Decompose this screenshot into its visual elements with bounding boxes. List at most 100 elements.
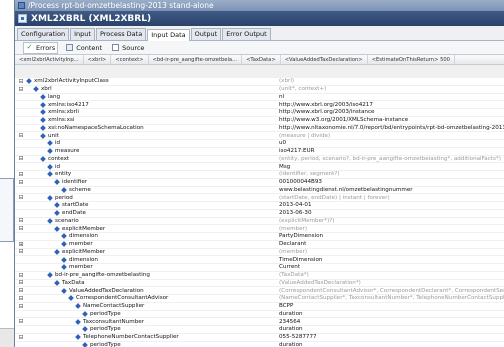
window-titlebar[interactable]: /Process rpt-bd-omzetbelasting-2013 stan… bbox=[15, 0, 504, 11]
tree-row[interactable]: member Current bbox=[15, 264, 504, 272]
collapse-icon[interactable]: ⊟ bbox=[18, 179, 24, 186]
tree-row[interactable]: periodType duration bbox=[15, 342, 504, 347]
tab-error-output[interactable]: Error Output bbox=[222, 28, 271, 40]
tree-row[interactable]: ⊟ TelephoneNumberContactSupplier 055-52877… bbox=[15, 334, 504, 342]
tree-node: measure bbox=[47, 148, 79, 154]
column-crumb[interactable]: <TaxData> bbox=[242, 55, 281, 64]
collapse-icon[interactable]: ⊟ bbox=[18, 155, 24, 162]
xml-tree-grid[interactable]: ⊟ xml2xbrlActivityInputClass (xbrl) ⊟ xbrl (u… bbox=[15, 78, 504, 347]
node-icon bbox=[40, 125, 46, 131]
background-panel bbox=[0, 178, 14, 242]
tree-row[interactable]: xsi:noNamespaceSchemaLocation http://www.… bbox=[15, 125, 504, 133]
tree-row[interactable]: ⊟ NameContactSupplier BCPP bbox=[15, 303, 504, 311]
tree-row[interactable]: lang nl bbox=[15, 94, 504, 102]
tree-row[interactable]: ⊟ ValueAddedTaxDeclaration (CorrespondentC… bbox=[15, 287, 504, 295]
column-crumb[interactable]: <xml2xbrlActivityInp... bbox=[15, 55, 84, 64]
tree-row[interactable]: ⊟ xml2xbrlActivityInputClass (xbrl) bbox=[15, 78, 504, 86]
node-value: BCPP bbox=[279, 303, 294, 310]
tree-row[interactable]: ⊟ CorrespondentConsultantAdvisor (NameCont… bbox=[15, 295, 504, 303]
tree-row[interactable]: ⊟ context (entity, period, scenario?, bd-i… bbox=[15, 155, 504, 164]
tree-node: scheme bbox=[61, 187, 91, 193]
tree-row[interactable]: id Msg bbox=[15, 163, 504, 171]
node-label: scenario bbox=[55, 217, 79, 224]
collapse-icon[interactable]: ⊟ bbox=[18, 132, 24, 139]
tree-node: endDate bbox=[54, 210, 86, 216]
collapse-icon[interactable]: ⊟ bbox=[18, 248, 24, 255]
collapse-icon[interactable]: ⊟ bbox=[18, 279, 24, 286]
collapse-icon[interactable]: ⊟ bbox=[18, 194, 24, 201]
node-value: Current bbox=[279, 264, 301, 271]
tree-row[interactable]: ⊟ TaxData (ValueAddedTaxDeclaration*) bbox=[15, 279, 504, 288]
tree-row[interactable]: ⊟ explicitMember (member) bbox=[15, 225, 504, 233]
tree-row[interactable]: xmlns:xsi http://www.w3.org/2001/XMLSchem… bbox=[15, 117, 504, 125]
node-label: entity bbox=[55, 171, 72, 178]
collapse-icon[interactable]: ⊟ bbox=[18, 334, 24, 341]
node-value: http://www.nltaxonomie.nl/7.0/report/bd/… bbox=[279, 124, 504, 131]
collapse-icon[interactable]: ⊟ bbox=[18, 171, 24, 178]
node-icon bbox=[61, 287, 67, 294]
tree-row[interactable]: ⊟ entity (identifier, segment?) bbox=[15, 171, 504, 179]
tree-row[interactable]: ⊟ unit (measure | divide) bbox=[15, 132, 504, 140]
node-label: xml2xbrlActivityInputClass bbox=[34, 78, 109, 85]
tree-row[interactable]: ⊟ scenario (explicitMember*)?) bbox=[15, 217, 504, 226]
tree-row[interactable]: startDate 2013-04-01 bbox=[15, 202, 504, 210]
subtab-errors[interactable]: ✓ Errors bbox=[23, 41, 59, 54]
tab-process-data[interactable]: Process Data bbox=[95, 28, 147, 40]
node-icon bbox=[61, 264, 67, 271]
activity-header: XML2XBRL (XML2XBRL) bbox=[15, 11, 504, 26]
column-crumb[interactable]: <ValueAddedTaxDeclaration> bbox=[281, 55, 368, 64]
column-crumb[interactable]: <xbrl> bbox=[84, 55, 112, 64]
node-value: 2013-06-30 bbox=[279, 210, 312, 217]
node-label: xmlns:xbrli bbox=[48, 109, 79, 116]
tree-row[interactable]: xmlns:xbrli http://www.xbrl.org/2003/inst… bbox=[15, 109, 504, 117]
tree-row[interactable]: measure iso4217:EUR bbox=[15, 148, 504, 156]
collapse-icon[interactable]: ⊟ bbox=[18, 78, 24, 85]
tree-row[interactable]: scheme www.belastingdienst.nl/omzetbelast… bbox=[15, 187, 504, 195]
tree-row[interactable]: endDate 2013-06-30 bbox=[15, 210, 504, 218]
node-value: 055-5287777 bbox=[279, 334, 317, 341]
check-icon: ✓ bbox=[26, 43, 33, 51]
tab-input[interactable]: Input bbox=[70, 28, 95, 40]
subtab-source[interactable]: Source bbox=[110, 43, 146, 53]
tree-row[interactable]: xmlns:iso4217 http://www.xbrl.org/2003/is… bbox=[15, 101, 504, 109]
tree-row[interactable]: periodType duration bbox=[15, 326, 504, 334]
node-value: (ValueAddedTaxDeclaration*) bbox=[279, 279, 361, 286]
collapse-icon[interactable]: ⊟ bbox=[18, 225, 24, 232]
tab-output[interactable]: Output bbox=[190, 28, 222, 40]
collapse-icon[interactable]: ⊟ bbox=[18, 217, 24, 224]
tree-row[interactable]: ⊟ xbrl (unit*, context+) bbox=[15, 86, 504, 94]
tree-row[interactable]: periodType duration bbox=[15, 311, 504, 319]
tree-row[interactable]: ⊞ member Declarant bbox=[15, 241, 504, 249]
node-icon bbox=[26, 78, 32, 85]
collapse-icon[interactable]: ⊟ bbox=[18, 295, 24, 302]
collapse-icon[interactable]: ⊟ bbox=[18, 287, 24, 294]
tab-configuration[interactable]: Configuration bbox=[17, 28, 70, 40]
node-label: TaxconsultantNumber bbox=[83, 318, 145, 325]
column-crumb[interactable]: <EstimateOnThisReturn> 500 bbox=[368, 55, 455, 64]
column-crumb[interactable]: <bd-ir-pre_aangifte-omzetbela... bbox=[149, 55, 243, 64]
node-label: period bbox=[55, 194, 73, 201]
tab-input-data[interactable]: Input Data bbox=[147, 29, 190, 41]
activity-icon bbox=[18, 14, 27, 23]
tree-row[interactable]: ⊟ bd-ir-pre_aangifte-omzetbelasting (TaxDa… bbox=[15, 272, 504, 280]
tree-row[interactable]: ⊟ identifier 001000044B93 bbox=[15, 179, 504, 187]
tree-row[interactable]: dimension TimeDimension bbox=[15, 256, 504, 264]
node-icon bbox=[40, 117, 46, 123]
tree-row[interactable]: ⊟ period (startDate, endDate) | instant | … bbox=[15, 194, 504, 202]
column-crumb[interactable]: <context> bbox=[111, 55, 149, 64]
tree-node: explicitMember bbox=[54, 226, 105, 232]
tree-row[interactable]: ⊟ TaxconsultantNumber 234564 bbox=[15, 318, 504, 326]
tree-node: period bbox=[47, 194, 73, 201]
collapse-icon[interactable]: ⊟ bbox=[18, 86, 24, 93]
tree-row[interactable]: id u0 bbox=[15, 140, 504, 148]
node-value: (startDate, endDate) | instant | forever… bbox=[279, 194, 390, 201]
node-label: context bbox=[48, 155, 70, 162]
tree-node: context bbox=[40, 155, 70, 162]
collapse-icon[interactable]: ⊟ bbox=[18, 272, 24, 279]
tree-row[interactable]: ⊟ explicitMember (member) bbox=[15, 248, 504, 257]
collapse-icon[interactable]: ⊟ bbox=[18, 303, 24, 310]
subtab-content[interactable]: Content bbox=[64, 43, 104, 53]
expand-icon[interactable]: ⊞ bbox=[18, 241, 24, 248]
collapse-icon[interactable]: ⊟ bbox=[18, 318, 24, 325]
tree-row[interactable]: dimension PartyDimension bbox=[15, 233, 504, 241]
